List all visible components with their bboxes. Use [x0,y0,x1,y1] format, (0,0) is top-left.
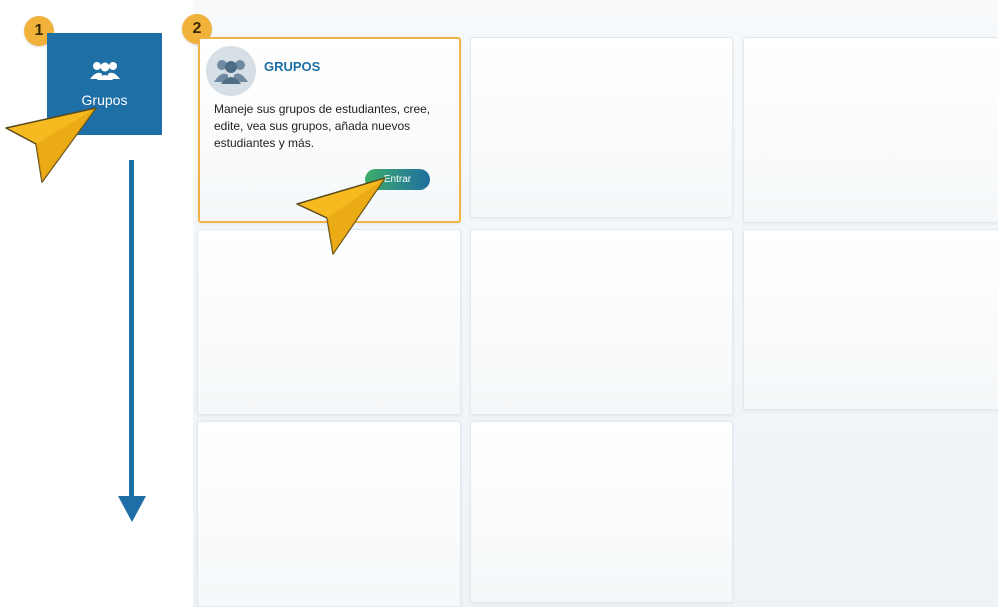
card-placeholder [197,421,461,607]
card-title: GRUPOS [264,59,321,74]
card-placeholder [470,421,733,603]
card-placeholder [743,229,998,410]
cursor-pointer-icon [296,177,386,255]
card-placeholder [470,37,733,218]
card-placeholder [743,37,998,223]
cursor-pointer-icon [5,107,97,183]
users-icon [88,60,122,86]
scroll-down-arrow [129,160,134,498]
arrow-down-icon [118,496,146,522]
card-description: Maneje sus grupos de estudiantes, cree, … [214,102,431,150]
card-placeholder [470,229,733,415]
group-avatar-icon [206,46,256,96]
